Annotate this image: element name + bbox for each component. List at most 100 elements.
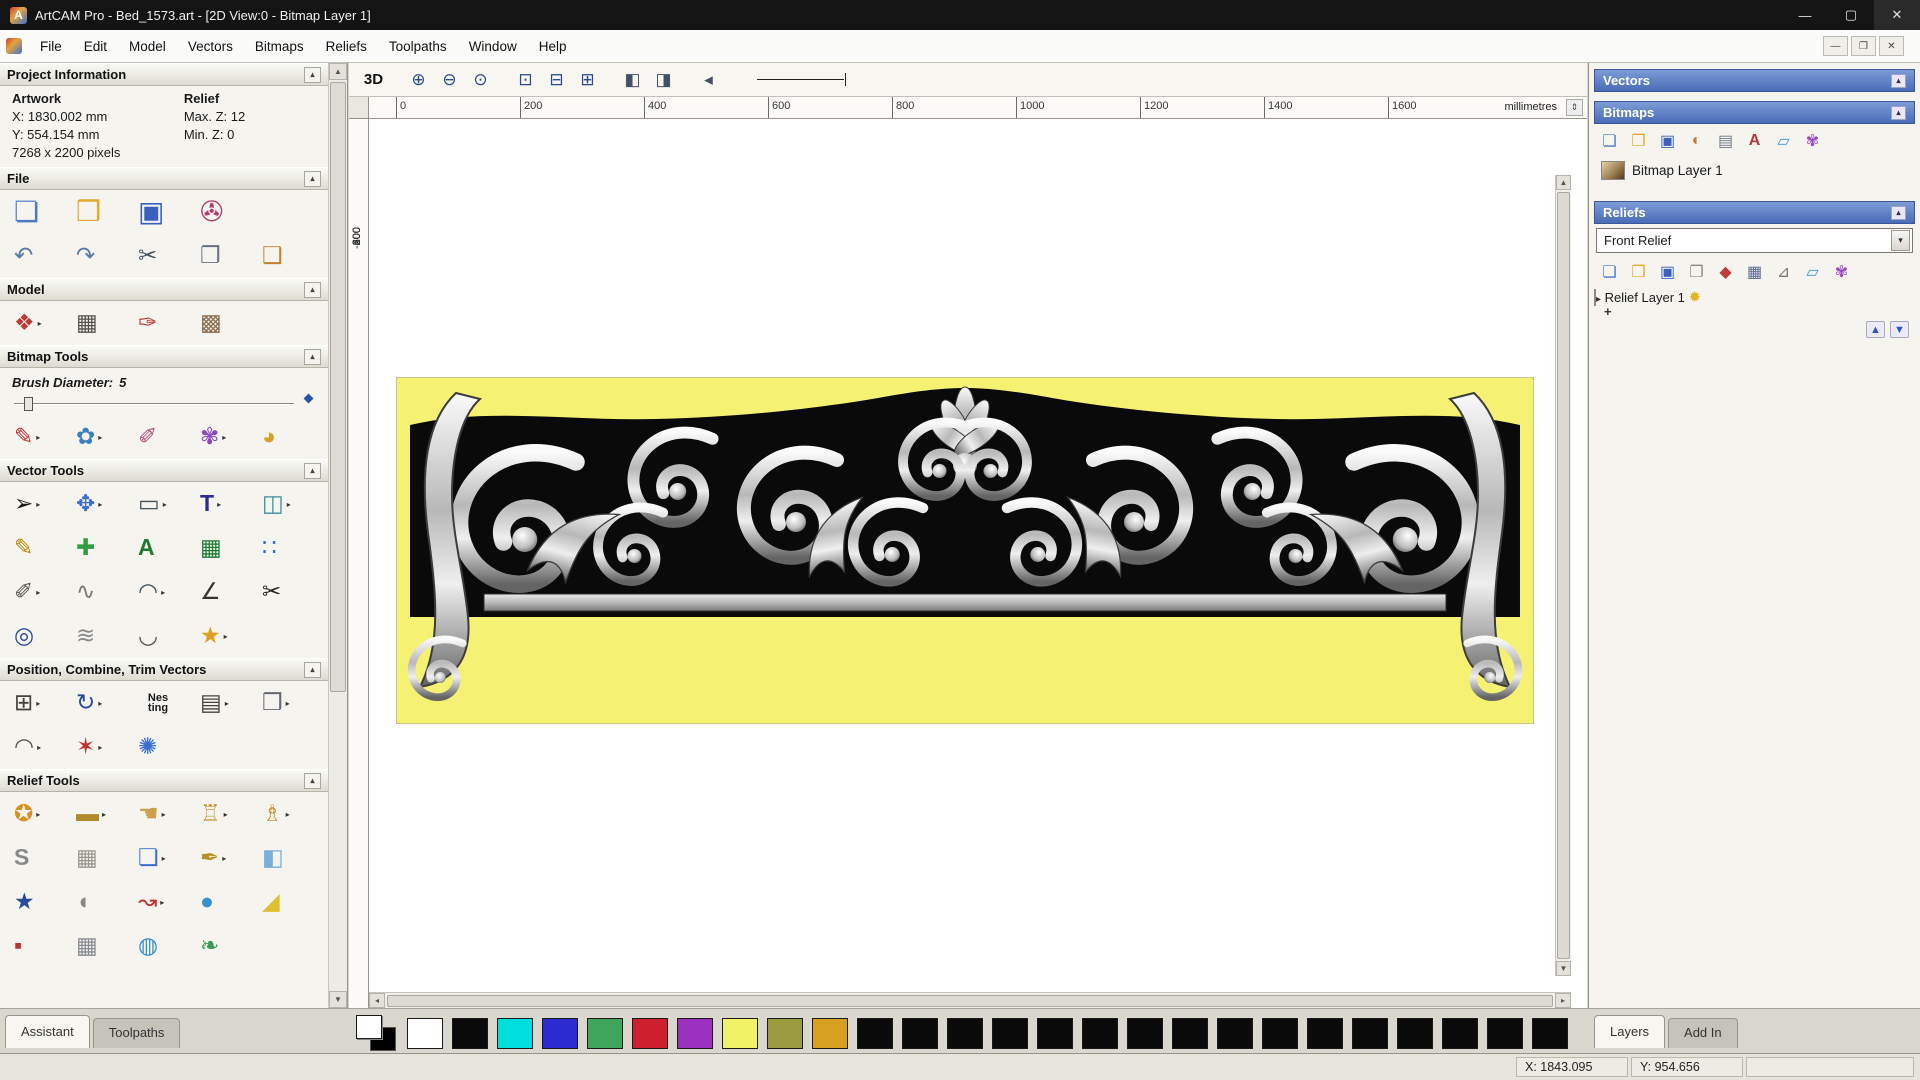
profile-s-icon[interactable]: S [10,838,70,878]
section-header-model[interactable]: Model ▴ [0,278,328,301]
brush-diameter-slider[interactable] [14,393,314,413]
preview-relief-button[interactable]: ◂ [694,67,723,93]
mdi-restore-button[interactable]: ❐ [1851,36,1876,56]
assistant-scrollbar[interactable]: ▲ ▼ [328,63,347,1008]
turn-profile-icon[interactable]: ♗ ▸ [258,794,318,834]
text-in-vector-icon[interactable]: A [134,528,194,568]
save-relief-layer-icon[interactable]: ▣ [1655,260,1680,283]
rollup-button[interactable]: ▴ [304,661,321,678]
primary-colour-swatch[interactable] [356,1015,382,1039]
fillet-arc-icon[interactable]: ◡ [134,616,194,656]
shape-editor-icon[interactable]: ✪ ▸ [10,794,70,834]
paint-bucket-icon[interactable]: ◕ [258,417,318,457]
menu-item[interactable]: Model [118,34,177,59]
redo-icon[interactable]: ↷ [72,236,132,276]
guides-toggle[interactable]: ◨ [649,67,678,93]
scroll-down-button[interactable]: ▼ [329,991,347,1008]
section-header-position-combine-trim[interactable]: Position, Combine, Trim Vectors ▴ [0,658,328,681]
create-star-icon[interactable]: ★ ▸ [196,616,256,656]
rollup-button[interactable]: ▴ [1891,205,1906,220]
layer-visibility-icon[interactable]: ✹ [1689,289,1702,306]
vectors-section-header[interactable]: Vectors ▴ [1594,69,1915,92]
ruler-spin-control[interactable]: ⇕ [1566,99,1583,116]
paste-along-curve-icon[interactable]: ✒ ▸ [196,838,256,878]
artwork-image[interactable] [396,377,1534,724]
save-bitmap-layer-icon[interactable]: ▣ [1655,129,1680,152]
rollup-button[interactable]: ▴ [304,66,321,83]
rollup-button[interactable]: ▴ [304,348,321,365]
trim-vectors-icon[interactable]: ✂ [258,572,318,612]
bitmaps-section-header[interactable]: Bitmaps ▴ [1594,101,1915,124]
menu-item[interactable]: Vectors [177,34,244,59]
section-header-vector-tools[interactable]: Vector Tools ▴ [0,459,328,482]
scale-relief-icon[interactable]: ⊿ [1771,260,1796,283]
relief-colours-icon[interactable]: ✾ [1829,260,1854,283]
maximize-button[interactable]: ▢ [1828,0,1874,30]
set-model-size-icon[interactable]: ❖ ▸ [10,303,70,343]
scroll-up-button[interactable]: ▲ [329,63,347,80]
section-header-project-information[interactable]: Project Information ▴ [0,63,328,86]
scroll-up-button[interactable]: ▲ [1556,175,1571,190]
zoom-out-button[interactable]: ⊖ [435,67,464,93]
menu-item[interactable]: Help [528,34,578,59]
dropdown-arrow-icon[interactable]: ▾ [1891,230,1910,251]
scrollbar-thumb[interactable] [330,82,346,692]
open-relief-layer-icon[interactable]: ❒ [1626,260,1651,283]
menu-item[interactable]: Window [458,34,528,59]
color-swatch[interactable] [587,1017,623,1049]
color-swatch[interactable] [1262,1017,1298,1049]
nesting-icon[interactable]: Nes ting [134,683,194,723]
envelope-distort-icon[interactable]: ◧ [258,838,318,878]
node-editing-icon[interactable]: ✐ ▸ [10,572,70,612]
mesh-relief-icon[interactable]: ▦ [72,926,132,966]
spiral-icon[interactable]: ✺ [134,727,194,767]
color-swatch[interactable] [1217,1017,1253,1049]
color-swatch[interactable] [992,1017,1028,1049]
color-swatch[interactable] [947,1017,983,1049]
adjust-model-icon[interactable]: ▦ [72,303,132,343]
menu-item[interactable]: Edit [73,34,118,59]
create-text-icon[interactable]: T ▸ [196,484,256,524]
paste-icon[interactable]: ❑ [258,236,318,276]
create-doughnut-icon[interactable]: ◎ [10,616,70,656]
tab-layers[interactable]: Layers [1594,1015,1666,1048]
color-swatch[interactable] [767,1017,803,1049]
relief-select-dropdown[interactable]: Front Relief ▾ [1596,228,1913,253]
tab-assistant[interactable]: Assistant [5,1015,90,1048]
palette-icon[interactable]: ✾ ▸ [196,417,256,457]
move-layer-down-button[interactable]: ▼ [1890,321,1909,338]
smooth-relief-icon[interactable]: ▬ ▸ [72,794,132,834]
distort-vectors-icon[interactable]: ≋ [72,616,132,656]
paint-brush-icon[interactable]: ✎ ▸ [10,417,70,457]
clear-bitmap-layer-icon[interactable]: ▱ [1771,129,1796,152]
texture-relief-icon[interactable]: ★ [10,882,70,922]
color-swatch[interactable] [677,1017,713,1049]
undo-icon[interactable]: ↶ [10,236,70,276]
clear-relief-layer-icon[interactable]: ▱ [1800,260,1825,283]
join-vectors-icon[interactable]: ◠ ▸ [134,572,194,612]
jewel-tool-icon[interactable]: ◆ [1713,260,1738,283]
paste-array-icon[interactable]: ∷ [258,528,318,568]
color-swatch[interactable] [497,1017,533,1049]
duplicate-relief-layer-icon[interactable]: ❐ [1684,260,1709,283]
2d-view-canvas[interactable]: ▲ ▼ [369,119,1571,992]
offset-copy-icon[interactable]: ❒ ▸ [258,683,318,723]
move-layer-up-button[interactable]: ▲ [1866,321,1885,338]
extrude-relief-icon[interactable]: ▪ [10,926,70,966]
dome-relief-icon[interactable]: ◍ [134,926,194,966]
color-swatch[interactable] [1487,1017,1523,1049]
measure-tool-icon[interactable]: ∠ [196,572,256,612]
tab-add-in[interactable]: Add In [1668,1018,1738,1048]
vector-doctor-icon[interactable]: ✚ [72,528,132,568]
zoom-in-button[interactable]: ⊕ [404,67,433,93]
color-swatch[interactable] [1352,1017,1388,1049]
bitmap-layer-row[interactable]: Bitmap Layer 1 [1594,157,1915,184]
import-model-icon[interactable]: ✇ [196,192,256,232]
expander-icon[interactable]: ▸ [1596,294,1601,305]
transform-vectors-icon[interactable]: ✥ ▸ [72,484,132,524]
bitmap-text-icon[interactable]: A [1742,129,1767,152]
new-relief-layer-icon[interactable]: ❏ [1597,260,1622,283]
smooth-polyline-icon[interactable]: ∿ [72,572,132,612]
color-swatch[interactable] [1172,1017,1208,1049]
line-style-selector[interactable] [757,69,852,91]
